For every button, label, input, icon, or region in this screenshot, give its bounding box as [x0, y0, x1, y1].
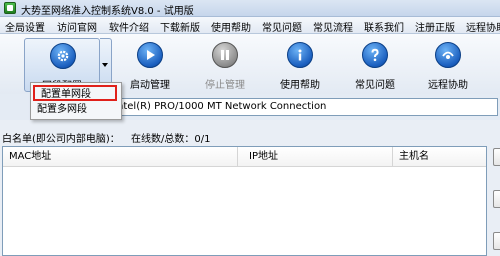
column-mac[interactable]: MAC地址 [3, 147, 238, 167]
app-icon [4, 2, 16, 14]
title-bar: 大势至网络准入控制系统V8.0 - 试用版 [0, 0, 500, 17]
side-button-2[interactable] [493, 190, 500, 208]
online-count: 在线数/总数：0/1 [131, 134, 211, 145]
faq-label: 常见问题 [355, 80, 395, 91]
pause-icon [212, 42, 238, 68]
menu-item-contact[interactable]: 联系我们 [364, 19, 404, 34]
side-button-3[interactable] [493, 232, 500, 250]
stop-management-button[interactable]: 停止管理 [195, 38, 255, 92]
side-button-1[interactable] [493, 148, 500, 166]
help-label: 使用帮助 [280, 80, 320, 91]
remote-assist-button[interactable]: 远程协助 [418, 38, 478, 92]
remote-icon [435, 42, 461, 68]
menu-item-faq[interactable]: 常见问题 [262, 19, 302, 34]
menu-item-process[interactable]: 常见流程 [313, 19, 353, 34]
menu-item-software-intro[interactable]: 软件介绍 [109, 19, 149, 34]
column-ip[interactable]: IP地址 [243, 147, 393, 167]
whitelist-label: 白名单(即公司内部电脑)： [2, 134, 120, 145]
question-icon [362, 42, 388, 68]
info-icon [287, 42, 313, 68]
whitelist-table[interactable]: MAC地址 IP地址 主机名 [2, 146, 487, 256]
menu-item-remote[interactable]: 远程协助 [466, 19, 500, 34]
help-button[interactable]: 使用帮助 [270, 38, 330, 92]
configure-single-segment-item[interactable]: 配置单网段 [33, 85, 117, 101]
start-management-label: 启动管理 [130, 80, 170, 91]
menu-item-help[interactable]: 使用帮助 [211, 19, 251, 34]
play-icon [137, 42, 163, 68]
whitelist-header: 白名单(即公司内部电脑)： 在线数/总数：0/1 [2, 130, 210, 145]
menu-item-global-settings[interactable]: 全局设置 [5, 19, 45, 34]
network-adapter-select[interactable]: ntel(R) PRO/1000 MT Network Connection [112, 98, 498, 116]
network-config-dropdown: 配置单网段 配置多网段 [30, 82, 122, 120]
gear-icon [50, 43, 76, 69]
configure-multi-segment-item[interactable]: 配置多网段 [31, 102, 121, 118]
menu-item-download[interactable]: 下载新版 [160, 19, 200, 34]
faq-button[interactable]: 常见问题 [345, 38, 405, 92]
remote-assist-label: 远程协助 [428, 80, 468, 91]
start-management-button[interactable]: 启动管理 [120, 38, 180, 92]
menu-item-visit-website[interactable]: 访问官网 [57, 19, 97, 34]
table-header: MAC地址 IP地址 主机名 [3, 147, 486, 167]
stop-management-label: 停止管理 [205, 80, 245, 91]
window-title: 大势至网络准入控制系统V8.0 - 试用版 [21, 6, 194, 17]
column-hostname[interactable]: 主机名 [393, 147, 486, 167]
menu-bar: 全局设置 访问官网 软件介绍 下载新版 使用帮助 常见问题 常见流程 联系我们 … [0, 17, 500, 34]
menu-item-register[interactable]: 注册正版 [415, 19, 455, 34]
